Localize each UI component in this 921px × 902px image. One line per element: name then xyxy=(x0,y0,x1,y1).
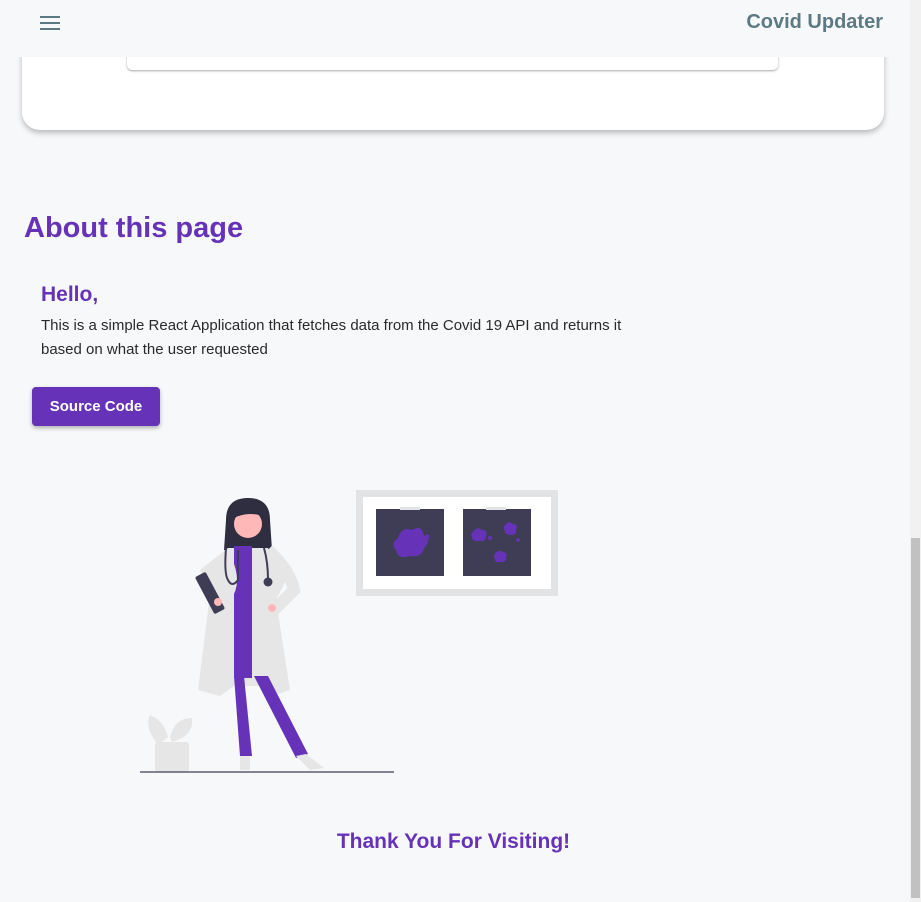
about-heading: About this page xyxy=(24,212,244,244)
scrollbar-thumb[interactable] xyxy=(911,538,920,898)
menu-button[interactable] xyxy=(30,6,70,40)
source-code-button[interactable]: Source Code xyxy=(32,387,160,426)
hamburger-menu-icon xyxy=(40,16,60,30)
greeting-heading: Hello, xyxy=(41,283,99,306)
doctor-figure-icon xyxy=(195,498,324,770)
xray-board-icon xyxy=(356,490,558,596)
doctor-with-xray-illustration xyxy=(140,490,558,773)
app-bar: Covid Updater xyxy=(0,0,910,57)
thank-you-message: Thank You For Visiting! xyxy=(336,830,571,853)
page: Covid Updater About this page Hello, Thi… xyxy=(0,0,921,902)
app-title: Covid Updater xyxy=(746,11,883,33)
plant-icon xyxy=(148,715,193,772)
about-description: This is a simple React Application that … xyxy=(41,317,622,358)
vertical-scrollbar[interactable] xyxy=(910,0,921,902)
